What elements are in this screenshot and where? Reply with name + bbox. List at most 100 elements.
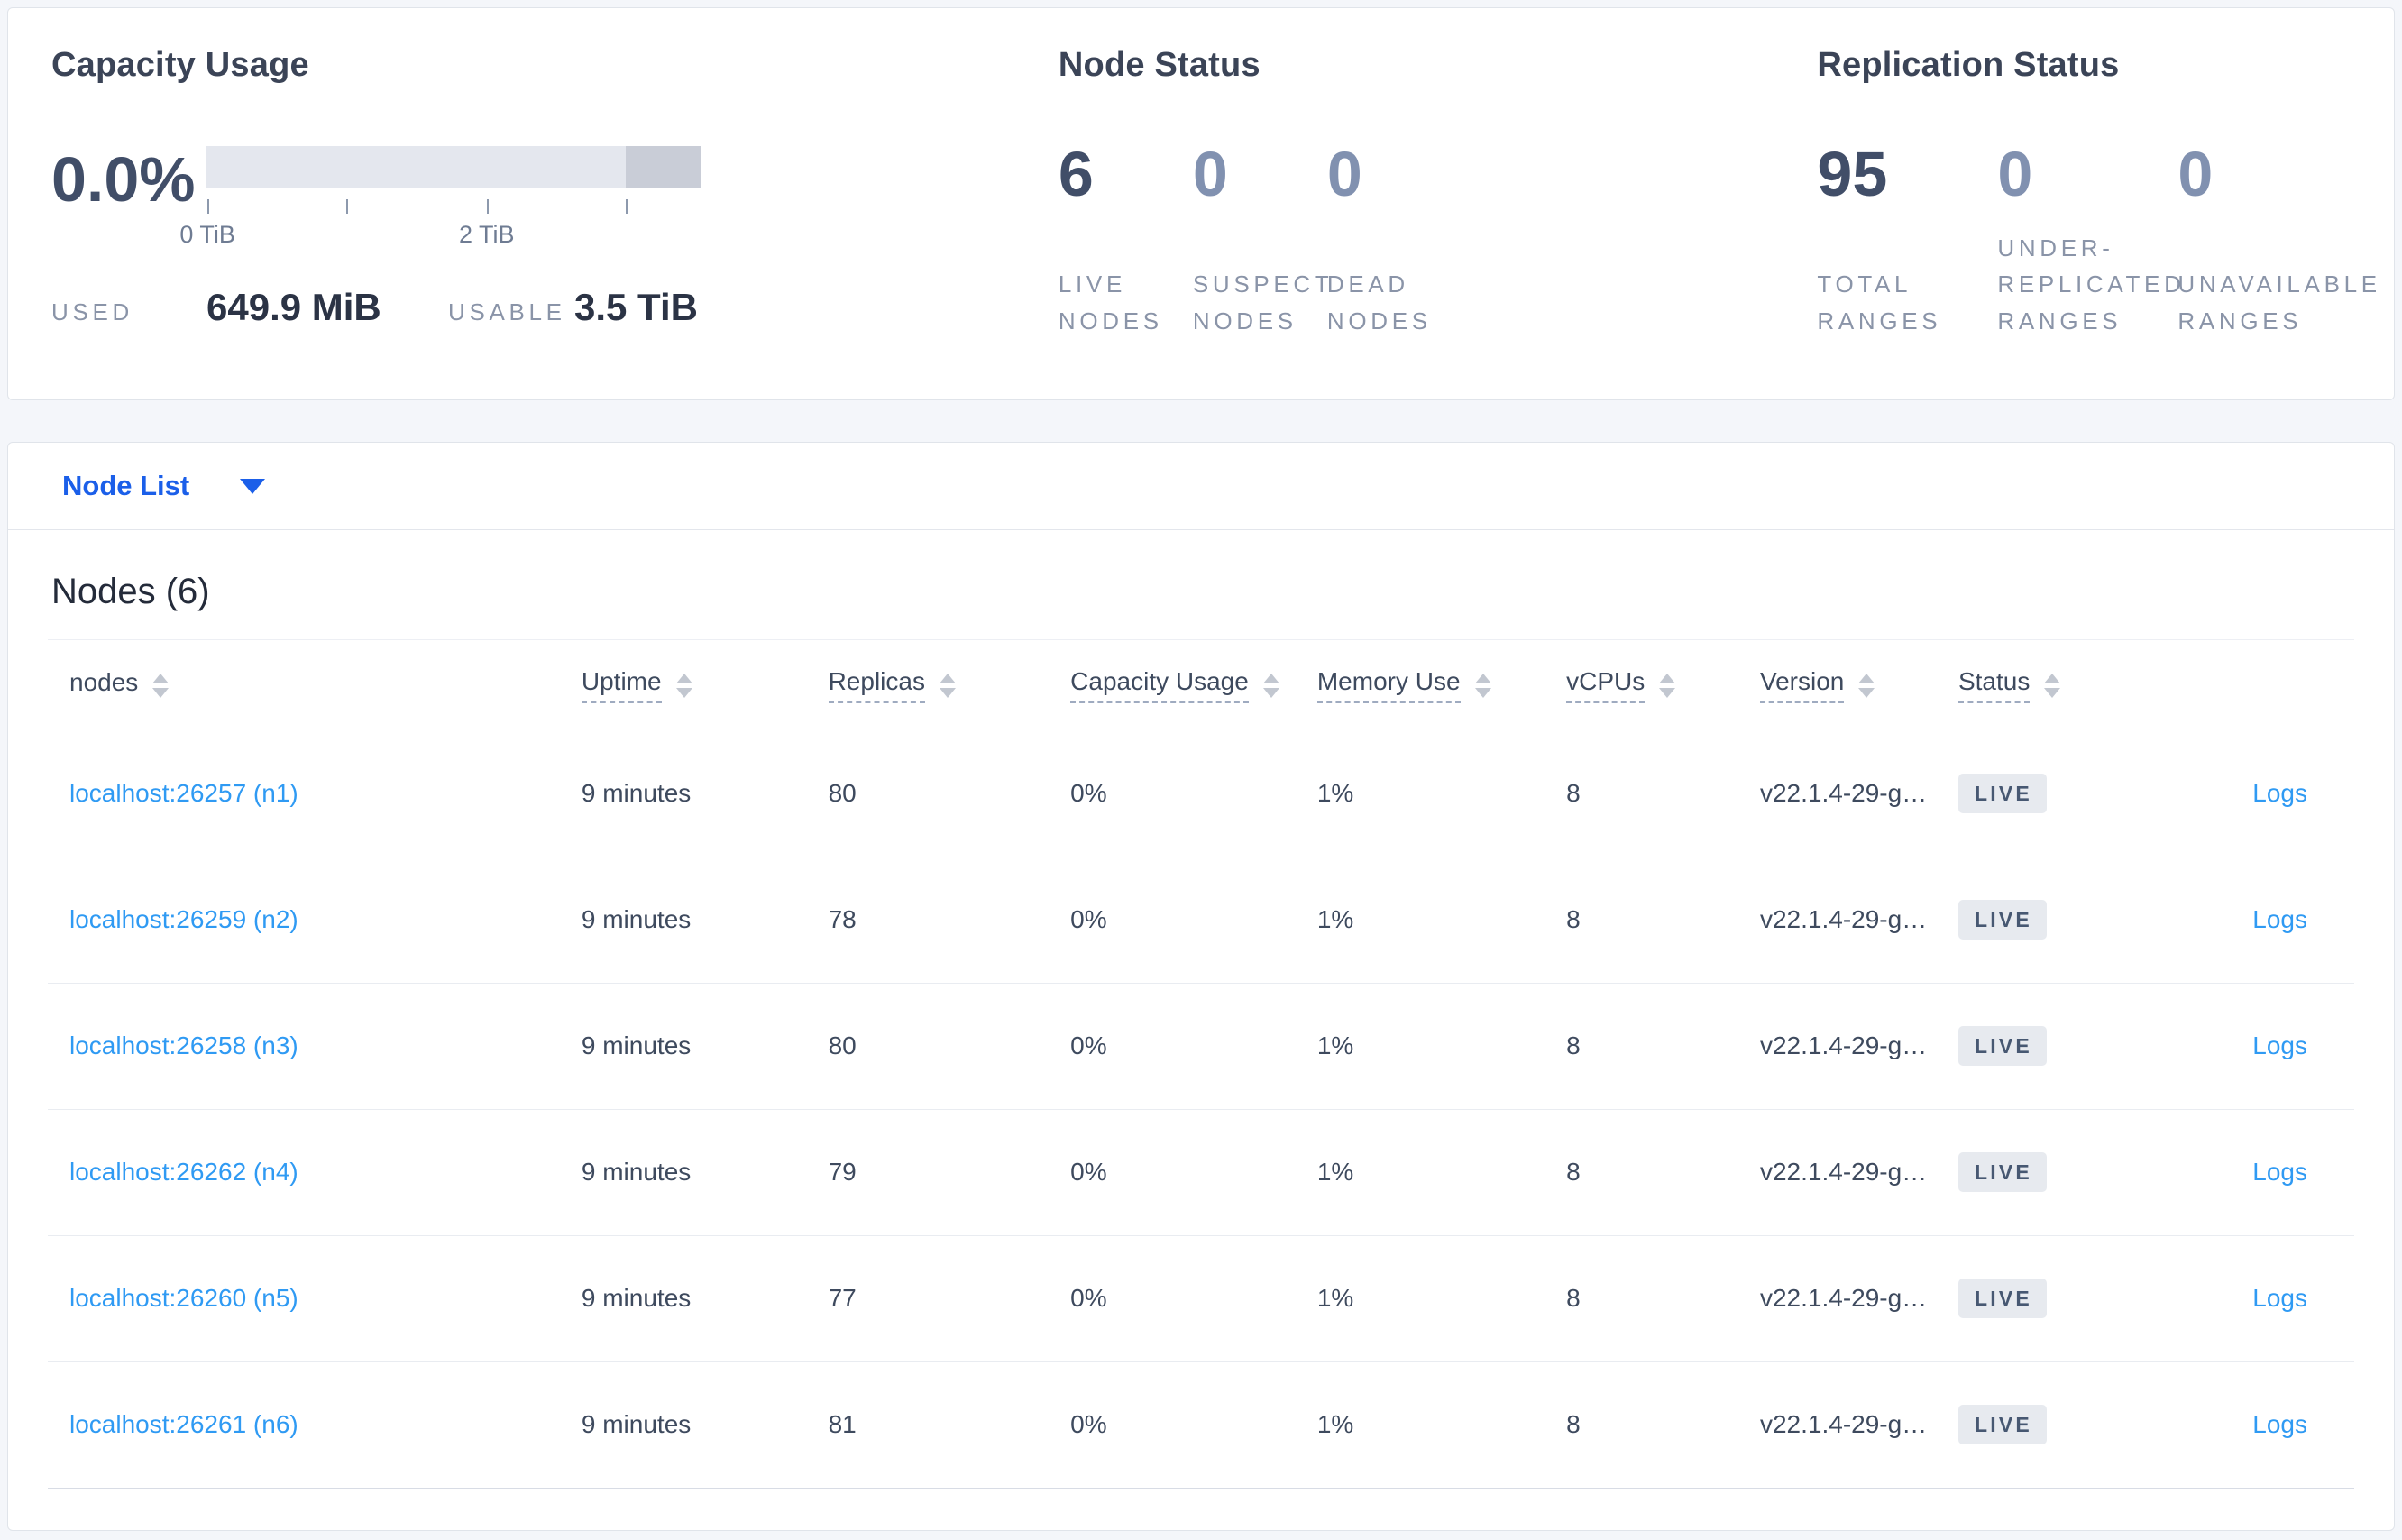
sort-icon[interactable] [939,673,956,698]
under-replicated-value: 0 [1997,139,2033,209]
nodes-table: nodes Uptime Replicas Capacity Usage Mem… [48,640,2354,1488]
uptime-cell: 9 minutes [581,778,692,807]
sort-icon[interactable] [2044,673,2061,698]
table-row: localhost:26258 (n3) 9 minutes 80 0% 1% … [48,982,2354,1109]
usable-caption: USABLE [448,298,566,325]
logs-link[interactable]: Logs [2252,1284,2307,1312]
node-status-title: Node Status [1058,46,1261,84]
column-header-status[interactable]: Status [1937,640,2119,730]
logs-link[interactable]: Logs [2252,1158,2307,1186]
suspect-nodes-label: SUSPECT NODES [1192,270,1333,335]
suspect-nodes-value: 0 [1192,139,1228,209]
status-badge: LIVE [1957,1026,2047,1066]
nodes-table-container: Nodes (6) nodes Uptime Replicas Capacity… [8,572,2394,1489]
table-row: localhost:26259 (n2) 9 minutes 78 0% 1% … [48,856,2354,983]
status-badge: LIVE [1957,1279,2047,1318]
unavailable-ranges-value: 0 [2177,139,2214,209]
capacity-cell: 0% [1070,778,1107,807]
under-replicated-stat: 0 UNDER-REPLICATED RANGES [1997,139,2186,339]
live-nodes-value: 6 [1058,139,1094,209]
table-row: localhost:26260 (n5) 9 minutes 77 0% 1% … [48,1234,2354,1361]
vcpus-cell: 8 [1545,1108,1738,1235]
total-ranges-value: 95 [1817,139,1888,209]
node-link[interactable]: localhost:26262 (n4) [69,1158,298,1186]
column-header-replicas[interactable]: Replicas [807,640,1050,730]
memory-cell: 1% [1295,982,1545,1109]
node-link[interactable]: localhost:26257 (n1) [69,779,298,807]
memory-cell: 1% [1295,1234,1545,1361]
node-link[interactable]: localhost:26258 (n3) [69,1031,298,1059]
table-bottom-divider [48,1488,2354,1489]
axis-tick-label: 0 TiB [179,221,235,248]
vcpus-cell: 8 [1545,982,1738,1109]
column-header-version[interactable]: Version [1738,640,1937,730]
version-cell: v22.1.4-29-g… [1737,982,1937,1109]
node-link[interactable]: localhost:26260 (n5) [69,1284,298,1312]
status-badge: LIVE [1957,900,2047,940]
version-cell: v22.1.4-29-g… [1737,1234,1937,1361]
dead-nodes-stat: 0 DEAD NODES [1327,142,1462,339]
total-ranges-stat: 95 TOTAL RANGES [1817,142,1997,339]
version-cell: v22.1.4-29-g… [1737,1361,1937,1488]
live-nodes-label: LIVE NODES [1058,270,1163,335]
replicas-cell: 79 [806,1108,1050,1235]
table-row: localhost:26257 (n1) 9 minutes 80 0% 1% … [48,730,2354,857]
table-row: localhost:26261 (n6) 9 minutes 81 0% 1% … [48,1361,2354,1488]
uptime-cell: 9 minutes [559,982,807,1109]
total-ranges-label: TOTAL RANGES [1817,270,1942,335]
sort-icon[interactable] [152,673,170,698]
capacity-usage-section: Capacity Usage 0.0% 0 TiB 2 TiB USED 649… [51,46,1059,399]
node-link[interactable]: localhost:26259 (n2) [69,905,298,933]
uptime-cell: 9 minutes [559,1234,807,1361]
column-header-vcpus[interactable]: vCPUs [1545,640,1738,730]
sort-icon[interactable] [1474,673,1491,698]
status-badge: LIVE [1957,1405,2047,1445]
column-header-uptime[interactable]: Uptime [560,640,807,730]
used-caption: USED [51,298,133,325]
suspect-nodes-stat: 0 SUSPECT NODES [1192,139,1333,339]
column-header-nodes[interactable]: nodes [48,640,560,730]
memory-cell: 1% [1295,1108,1545,1235]
status-badge: LIVE [1957,1152,2047,1192]
capacity-cell: 0% [1049,1234,1296,1361]
logs-link[interactable]: Logs [2252,1410,2307,1438]
node-list-panel: Node List Nodes (6) nodes Uptime Replica… [7,442,2395,1531]
chevron-down-icon[interactable] [240,478,266,494]
dead-nodes-label: DEAD NODES [1326,270,1432,335]
sort-icon[interactable] [1858,673,1875,698]
capacity-cell: 0% [1049,1361,1296,1488]
sort-icon[interactable] [1262,673,1279,698]
replicas-cell: 78 [806,856,1050,983]
axis-tick [346,199,349,214]
replication-status-section: Replication Status 95 TOTAL RANGES 0 UND… [1817,46,2377,399]
node-status-section: Node Status 6 LIVE NODES 0 SUSPECT NODES… [1059,46,1818,399]
sort-icon[interactable] [1659,673,1676,698]
status-badge: LIVE [1957,773,2047,813]
unavailable-ranges-stat: 0 UNAVAILABLE RANGES [2177,139,2377,339]
capacity-bar-chart: 0 TiB 2 TiB [179,141,701,248]
replication-status-title: Replication Status [1817,46,2120,84]
under-replicated-label: UNDER-REPLICATED RANGES [1997,234,2186,335]
live-nodes-stat: 6 LIVE NODES [1059,142,1193,339]
nodes-table-title: Nodes (6) [51,572,210,611]
sort-icon[interactable] [675,673,692,698]
logs-link[interactable]: Logs [2252,779,2307,807]
node-link[interactable]: localhost:26261 (n6) [69,1410,298,1438]
replicas-cell: 77 [806,1234,1050,1361]
vcpus-cell: 8 [1545,1234,1738,1361]
vcpus-cell: 8 [1566,778,1581,807]
axis-tick [207,199,210,214]
logs-link[interactable]: Logs [2252,1031,2307,1059]
version-cell: v22.1.4-29-g… [1737,1108,1937,1235]
column-header-memory-use[interactable]: Memory Use [1296,640,1545,730]
column-header-logs [2119,640,2354,730]
version-cell: v22.1.4-29-g… [1759,778,1928,807]
usable-value: 3.5 TiB [574,286,698,328]
vcpus-cell: 8 [1545,1361,1738,1488]
node-list-dropdown[interactable]: Node List [62,470,189,502]
column-header-capacity-usage[interactable]: Capacity Usage [1049,640,1296,730]
capacity-usage-title: Capacity Usage [51,46,309,84]
logs-link[interactable]: Logs [2252,905,2307,933]
capacity-cell: 0% [1049,982,1296,1109]
uptime-cell: 9 minutes [559,1361,807,1488]
